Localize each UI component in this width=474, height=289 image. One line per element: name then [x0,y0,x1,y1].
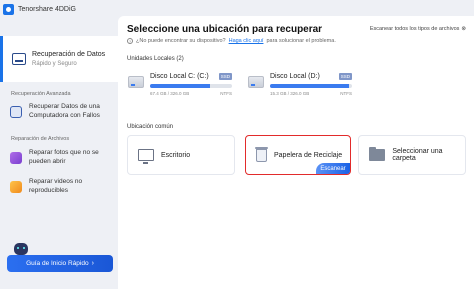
drive-filesystem: NTFS [340,91,352,96]
app-logo-icon [3,4,14,15]
hard-drive-icon [12,53,26,65]
section-label-advanced: Recuperación Avanzada [11,91,71,97]
ssd-badge: SSD [218,73,232,80]
sidebar-item-label: Computadora con Fallos [29,111,100,119]
sidebar-item-crashed-computer[interactable]: Recuperar Datos de una Computadora con F… [10,103,114,121]
monitor-icon [138,149,154,164]
drive-usage-bar [270,84,352,88]
section-label-repair: Reparación de Archivos [11,136,70,142]
sidebar-item-label: Recuperar Datos de una [29,103,100,110]
scan-all-file-types-link[interactable]: Escanear todos los tipos de archivos ⊗ [370,26,466,32]
quick-start-guide-label: Guía de Inicio Rápido [26,260,89,267]
drive-filesystem: NTFS [220,91,232,96]
photo-icon [10,151,22,164]
common-locations-label: Ubicación común [127,124,174,130]
app-title: Tenorshare 4DDiG [3,4,76,15]
help-suffix: para solucionar el problema. [266,38,336,44]
sidebar-item-label: Reparar fotos que no se [29,149,99,156]
location-label: Seleccionar una carpeta [392,148,443,162]
robot-assistant-icon [14,243,28,255]
drive-usage-fill [270,84,349,88]
sidebar-item-subtitle: Rápido y Seguro [32,61,77,67]
page-title: Seleccione una ubicación para recuperar [127,24,323,35]
app-title-text: Tenorshare 4DDiG [18,6,76,13]
location-label: Escritorio [161,151,191,159]
drive-usage-fill [150,84,210,88]
main-panel: Seleccione una ubicación para recuperar … [118,16,474,289]
computer-crash-icon [10,105,22,118]
folder-icon [369,147,386,161]
drive-name: Disco Local (D:) [270,73,320,80]
sidebar-item-title: Recuperación de Datos [32,51,106,58]
sidebar: Tenorshare 4DDiG Recuperación de Datos R… [0,0,118,289]
hard-drive-icon [248,76,264,88]
local-drives-label: Unidades Locales (2) [127,56,184,62]
quick-start-guide-button[interactable]: Guía de Inicio Rápido › [7,255,113,272]
sidebar-item-label: reproducibles [29,186,69,194]
help-text: ¿No puede encontrar su dispositivo? [136,38,226,44]
scan-all-label: Escanear todos los tipos de archivos [369,26,460,32]
drive-usage-text: 67.4 GB / 326.0 GB [150,91,190,96]
settings-icon: ⊗ [461,26,466,32]
sidebar-item-repair-videos[interactable]: Reparar videos no reproducibles [10,178,114,196]
drive-card-c[interactable]: Disco Local C: (C:) SSD 67.4 GB / 326.0 … [118,68,232,108]
sidebar-item-data-recovery[interactable]: Recuperación de Datos Rápido y Seguro [0,36,118,82]
drive-name: Disco Local C: (C:) [150,73,209,80]
location-label: Papelera de Reciclaje [274,151,343,159]
chevron-right-icon: › [91,260,94,267]
sidebar-item-label: Reparar videos no [29,178,83,185]
sidebar-item-label: pueden abrir [29,157,66,165]
drive-usage-text: 15.3 GB / 326.0 GB [270,91,310,96]
location-recycle-bin[interactable]: Papelera de Reciclaje Escanear [245,135,351,175]
scan-button[interactable]: Escanear [316,163,350,174]
sidebar-item-repair-photos[interactable]: Reparar fotos que no se pueden abrir [10,149,114,167]
help-icon: ? [127,38,133,44]
video-icon [10,180,22,193]
location-select-folder[interactable]: Seleccionar una carpeta [358,135,466,175]
ssd-badge: SSD [338,73,352,80]
recycle-bin-icon [255,146,268,162]
help-link[interactable]: Haga clic aquí [229,38,264,44]
drive-card-d[interactable]: Disco Local (D:) SSD 15.3 GB / 326.0 GB … [238,68,352,108]
location-desktop[interactable]: Escritorio [127,135,235,175]
help-row: ? ¿No puede encontrar su dispositivo? Ha… [127,38,336,44]
hard-drive-icon [128,76,144,88]
drive-usage-bar [150,84,232,88]
